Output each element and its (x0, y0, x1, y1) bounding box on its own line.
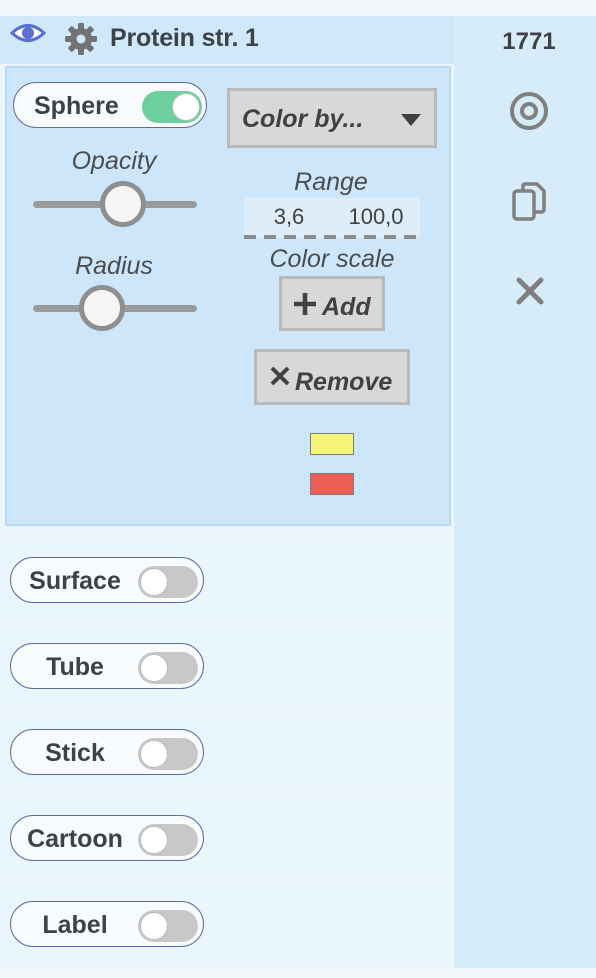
close-icon[interactable] (515, 276, 545, 306)
cartoon-toggle-pill[interactable]: Cartoon (10, 815, 204, 861)
color-scale-swatch[interactable] (310, 433, 354, 455)
label-toggle[interactable] (138, 910, 198, 942)
tube-toggle[interactable] (138, 652, 198, 684)
add-label: Add (322, 293, 371, 321)
radius-label: Radius (75, 252, 153, 280)
chevron-down-icon (401, 114, 421, 126)
stick-toggle[interactable] (138, 738, 198, 770)
label-label: Label (42, 911, 108, 939)
sphere-label: Sphere (34, 92, 119, 120)
tube-label: Tube (46, 653, 104, 681)
color-by-label: Color by... (242, 105, 364, 133)
tube-toggle-pill[interactable]: Tube (10, 643, 204, 689)
surface-toggle[interactable] (138, 566, 198, 598)
sphere-toggle-pill[interactable]: Sphere (13, 82, 207, 128)
opacity-label: Opacity (71, 147, 157, 175)
bottom-strip (0, 968, 596, 978)
copy-icon[interactable] (511, 181, 547, 223)
cartoon-toggle[interactable] (138, 824, 198, 856)
eye-icon[interactable] (10, 20, 46, 46)
add-color-button[interactable]: Add (279, 276, 385, 331)
target-icon[interactable] (509, 91, 549, 131)
remove-color-button[interactable]: Remove (254, 349, 410, 405)
label-toggle-pill[interactable]: Label (10, 901, 204, 947)
structure-title: Protein str. 1 (110, 24, 259, 52)
stick-label: Stick (45, 739, 105, 767)
surface-toggle-pill[interactable]: Surface (10, 557, 204, 603)
color-scale-swatch[interactable] (310, 473, 354, 495)
color-by-dropdown[interactable]: Color by... (227, 88, 437, 148)
color-scale-label: Color scale (269, 245, 395, 273)
close-icon (270, 366, 290, 386)
range-min-input[interactable]: 3,6 (250, 204, 328, 230)
top-strip (0, 0, 596, 16)
range-max-input[interactable]: 100,0 (336, 204, 416, 230)
cartoon-label: Cartoon (27, 825, 123, 853)
radius-slider-knob[interactable] (78, 285, 125, 331)
plus-icon (294, 293, 316, 315)
remove-label: Remove (295, 368, 393, 396)
gear-icon[interactable] (64, 22, 98, 56)
sphere-toggle[interactable] (142, 91, 202, 123)
atom-count: 1771 (502, 28, 556, 55)
range-dashed-line (244, 235, 420, 239)
range-label: Range (294, 168, 368, 196)
side-actions-panel (454, 16, 596, 968)
opacity-slider-knob[interactable] (100, 181, 147, 227)
surface-label: Surface (29, 567, 121, 595)
stick-toggle-pill[interactable]: Stick (10, 729, 204, 775)
